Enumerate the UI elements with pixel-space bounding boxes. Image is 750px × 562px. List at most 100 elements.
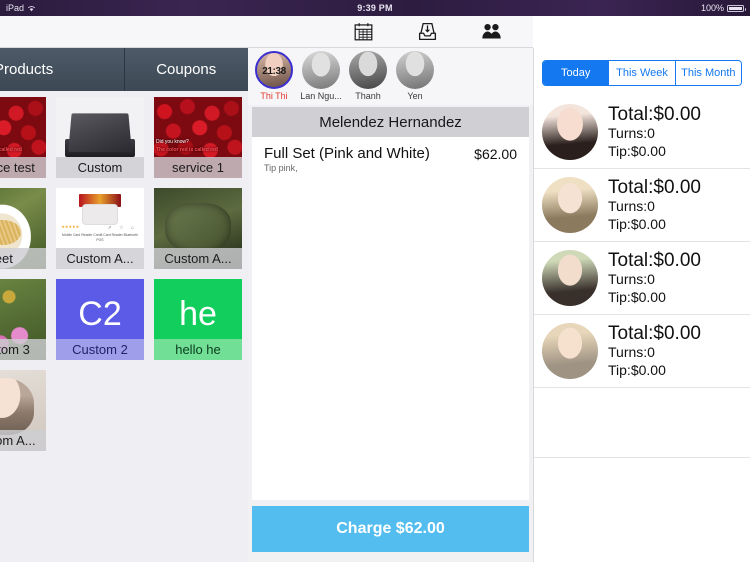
stat-turns: Turns:0 xyxy=(608,125,655,142)
employee-name-label: Yen xyxy=(407,91,423,101)
segment-this-month[interactable]: This Month xyxy=(675,61,741,85)
product-label: Custom A... xyxy=(0,430,46,451)
customer-name-bar[interactable]: Melendez Hernandez xyxy=(252,107,529,137)
battery-icon xyxy=(727,4,746,12)
product-cell[interactable]: Custom xyxy=(56,97,144,178)
product-thumbnail-glyph: he xyxy=(179,294,217,333)
tab-coupons[interactable]: Coupons xyxy=(124,48,248,91)
employee-stats-panel: Today This Week This Month Total:$0.00 T… xyxy=(533,48,750,562)
product-label: hello he xyxy=(154,339,242,360)
list-empty-row xyxy=(534,388,750,458)
stat-total: Total:$0.00 xyxy=(608,176,701,198)
product-cell[interactable]: C2 Custom 2 xyxy=(56,279,144,360)
employee-selector-strip: 21:38 Thi Thi Lan Ngu... Thanh Yen xyxy=(248,48,533,105)
stat-tip: Tip:$0.00 xyxy=(608,215,666,232)
tab-coupons-label: Coupons xyxy=(156,61,217,78)
product-label: feet xyxy=(0,248,46,269)
line-item-price: $62.00 xyxy=(474,146,517,162)
product-label: Custom A... xyxy=(154,248,242,269)
line-item-title: Full Set (Pink and White) xyxy=(264,145,430,162)
ios-status-bar: iPad 9:39 PM 100% xyxy=(0,0,750,16)
product-cell[interactable]: he hello he xyxy=(154,279,242,360)
status-bar-clock: 9:39 PM xyxy=(357,3,393,13)
stat-total: Total:$0.00 xyxy=(608,103,701,125)
battery-percent-label: 100% xyxy=(700,3,724,13)
product-label: Custom 2 xyxy=(56,339,144,360)
stat-total: Total:$0.00 xyxy=(608,322,701,344)
products-panel: Products Coupons Did you know? The color… xyxy=(0,48,248,562)
employee-stat-row[interactable]: Total:$0.00 Turns:0 Tip:$0.00 xyxy=(534,315,750,388)
stat-turns: Turns:0 xyxy=(608,198,655,215)
employee-stat-row[interactable]: Total:$0.00 Turns:0 Tip:$0.00 xyxy=(534,242,750,315)
segment-today[interactable]: Today xyxy=(543,61,610,85)
product-cell[interactable]: Did you know? The color red is called re… xyxy=(0,97,46,178)
employee-stat-row[interactable]: Total:$0.00 Turns:0 Tip:$0.00 xyxy=(534,96,750,169)
stat-tip: Tip:$0.00 xyxy=(608,361,666,378)
product-label: service 1 xyxy=(154,157,242,178)
avatar xyxy=(542,250,598,306)
top-toolbar xyxy=(0,16,533,48)
caption-line-1: Did you know? xyxy=(156,139,189,146)
avatar xyxy=(542,104,598,160)
rating-stars-icon: ★★★★★ xyxy=(61,224,80,230)
toolbar-right-spacer xyxy=(533,16,750,48)
stat-text-group: Total:$0.00 Turns:0 Tip:$0.00 xyxy=(608,104,701,161)
stat-tip: Tip:$0.00 xyxy=(608,288,666,305)
caption-line-2: The color red is called red xyxy=(0,146,22,153)
avatar xyxy=(302,51,340,89)
product-cell[interactable]: feet xyxy=(0,188,46,269)
employee-name-label: Lan Ngu... xyxy=(300,91,342,101)
charge-button-wrap: Charge $62.00 xyxy=(248,500,533,552)
share-icons: ⇗ ☆ ⌂ xyxy=(107,225,137,232)
product-cell[interactable]: Custom 3 xyxy=(0,279,46,360)
employee-name-label: Thi Thi xyxy=(260,91,288,101)
avatar xyxy=(396,51,434,89)
product-cell[interactable]: ★★★★★ ⇗ ☆ ⌂ Mobile Card Reader Credit Ca… xyxy=(56,188,144,269)
stat-tip: Tip:$0.00 xyxy=(608,142,666,159)
product-thumbnail-subtext: Mobile Card Reader Credit Card Reader Bl… xyxy=(62,232,138,242)
order-ticket-list[interactable]: Full Set (Pink and White) Tip pink, $62.… xyxy=(252,137,529,500)
product-label: service test xyxy=(0,157,46,178)
products-tab-bar: Products Coupons xyxy=(0,48,248,91)
avatar xyxy=(542,177,598,233)
calendar-icon[interactable] xyxy=(351,20,375,44)
employee-name-label: Thanh xyxy=(355,91,381,101)
product-label: Custom 3 xyxy=(0,339,46,360)
employee-chip-yen[interactable]: Yen xyxy=(393,51,437,101)
people-group-icon[interactable] xyxy=(479,20,503,44)
tab-products-label: Products xyxy=(0,61,54,78)
line-item-text: Full Set (Pink and White) Tip pink, xyxy=(264,145,430,173)
avatar: 21:38 xyxy=(255,51,293,89)
avatar xyxy=(542,323,598,379)
product-grid: Did you know? The color red is called re… xyxy=(0,91,248,451)
status-bar-right: 100% xyxy=(700,0,746,16)
app-root: iPad 9:39 PM 100% roducts Coupons called… xyxy=(0,0,750,562)
caption-line-2: The color red is called red xyxy=(156,146,218,153)
product-cell[interactable]: Custom A... xyxy=(154,188,242,269)
stat-turns: Turns:0 xyxy=(608,271,655,288)
product-thumbnail-glyph: C2 xyxy=(78,294,122,333)
product-thumbnail-caption: Did you know? The color red is called re… xyxy=(154,139,242,154)
employee-chip-thi-thi[interactable]: 21:38 Thi Thi xyxy=(252,51,296,101)
inbox-download-icon[interactable] xyxy=(415,20,439,44)
segment-this-week[interactable]: This Week xyxy=(609,61,676,85)
tab-products[interactable]: Products xyxy=(0,48,125,91)
product-cell[interactable]: Did you know? The color red is called re… xyxy=(154,97,242,178)
order-line-item[interactable]: Full Set (Pink and White) Tip pink, $62.… xyxy=(252,137,529,183)
product-grid-row: Did you know? The color red is called re… xyxy=(0,97,248,178)
stat-text-group: Total:$0.00 Turns:0 Tip:$0.00 xyxy=(608,250,701,307)
product-thumbnail-caption: Did you know? The color red is called re… xyxy=(0,139,46,154)
product-label: Custom A... xyxy=(56,248,144,269)
order-panel: 21:38 Thi Thi Lan Ngu... Thanh Yen Melen… xyxy=(248,48,533,562)
date-range-segmented-control: Today This Week This Month xyxy=(542,60,742,86)
employee-chip-thanh[interactable]: Thanh xyxy=(346,51,390,101)
line-item-subtitle: Tip pink, xyxy=(264,163,298,173)
stat-turns: Turns:0 xyxy=(608,344,655,361)
product-cell[interactable]: Custom A... xyxy=(0,370,46,451)
avatar-badge: 21:38 xyxy=(262,65,286,77)
employee-chip-lan-ngu[interactable]: Lan Ngu... xyxy=(299,51,343,101)
employee-stat-row[interactable]: Total:$0.00 Turns:0 Tip:$0.00 xyxy=(534,169,750,242)
charge-button[interactable]: Charge $62.00 xyxy=(252,506,529,552)
stat-text-group: Total:$0.00 Turns:0 Tip:$0.00 xyxy=(608,323,701,380)
product-grid-row: Custom A... xyxy=(0,370,248,451)
